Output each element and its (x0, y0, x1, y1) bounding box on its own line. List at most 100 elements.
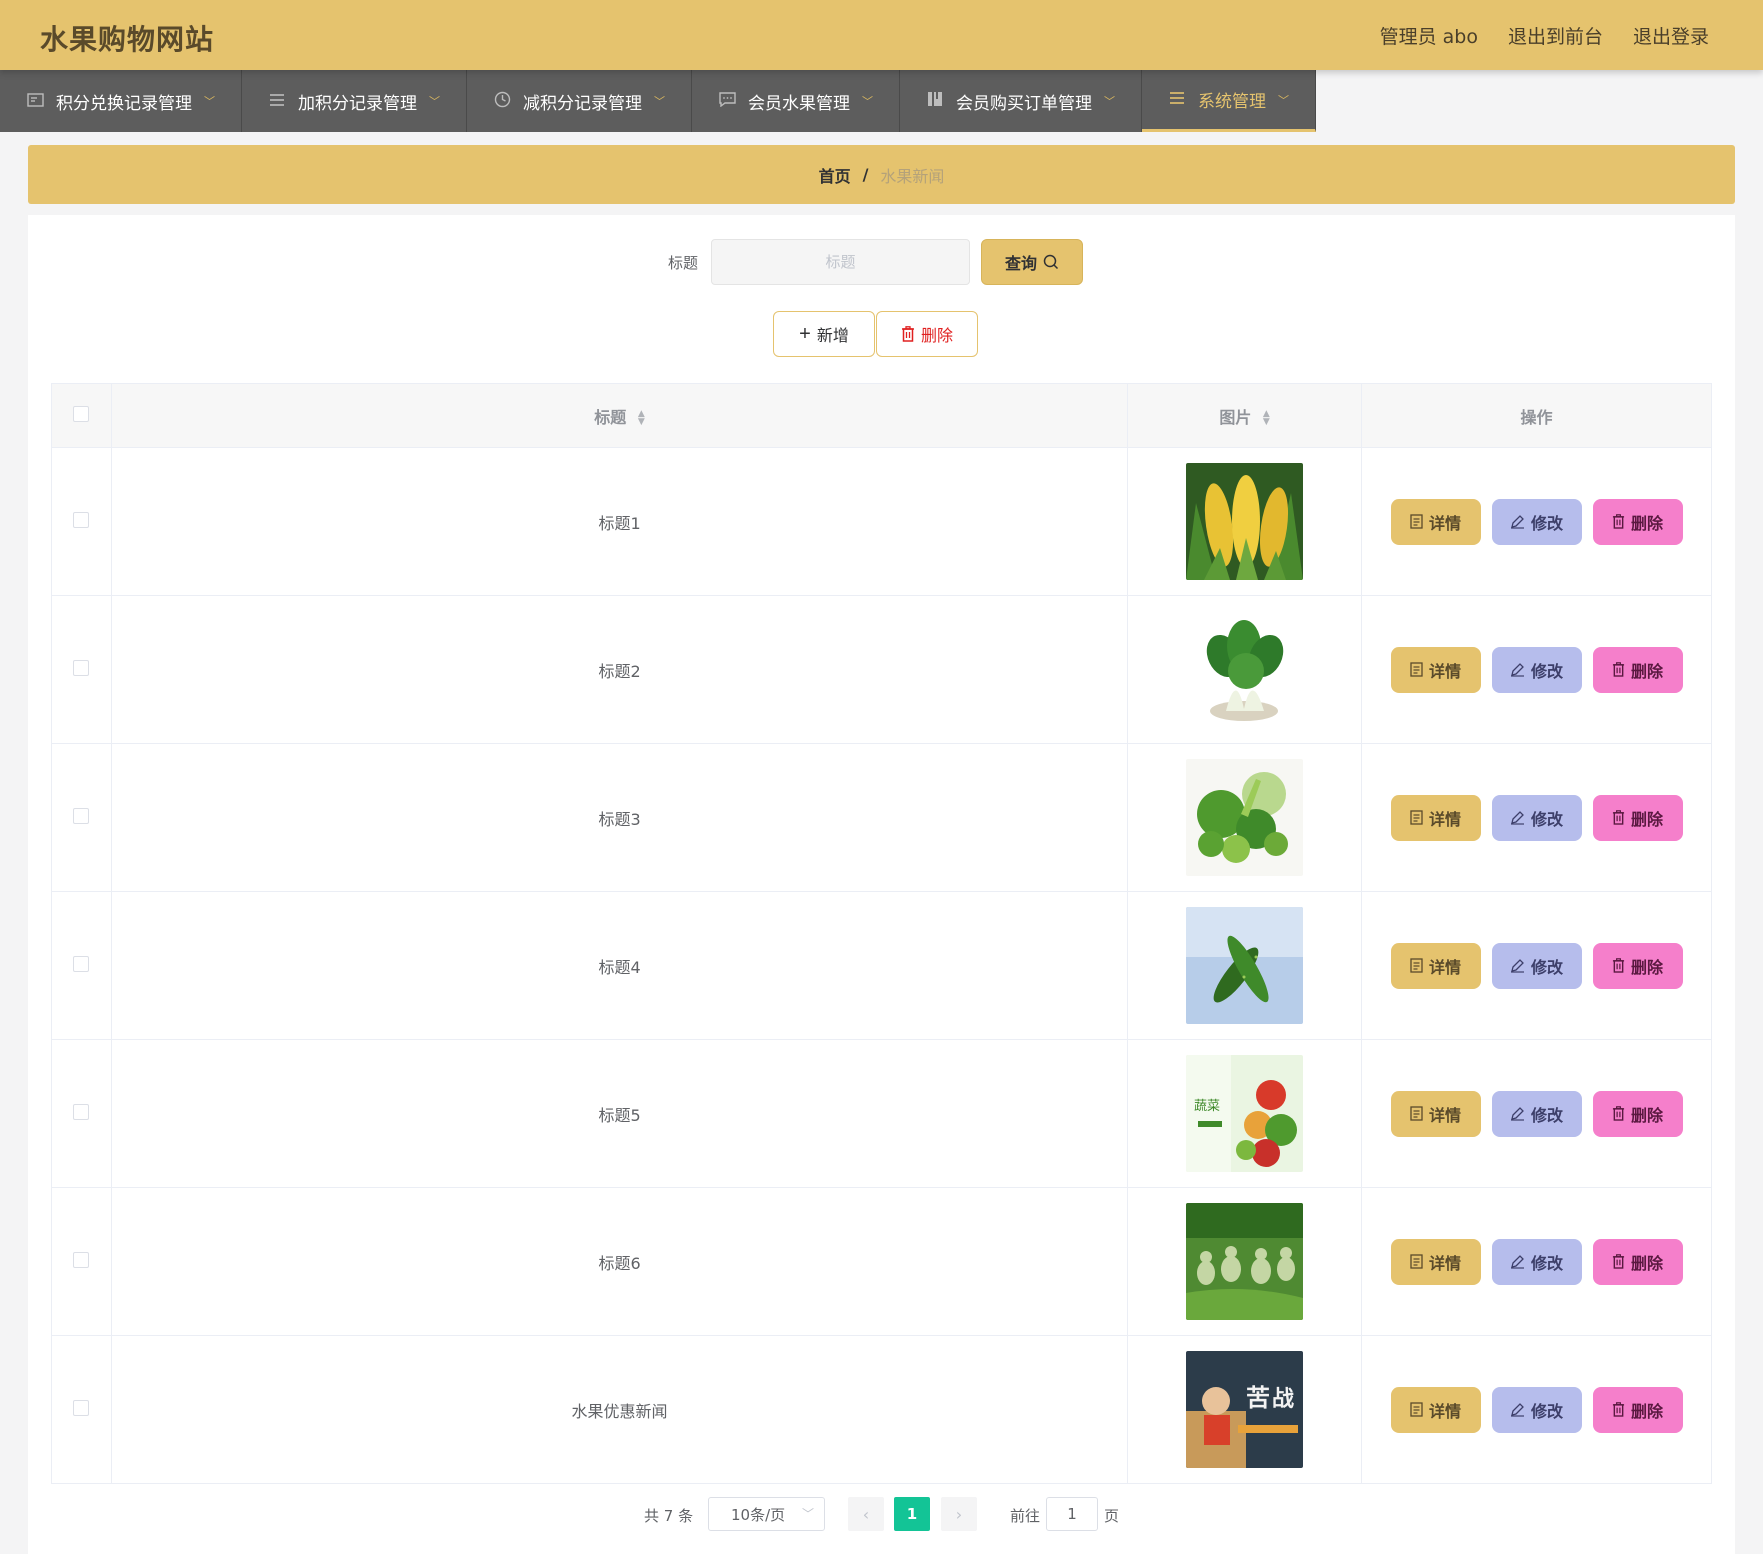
edit-button[interactable]: 修改 (1491, 1386, 1582, 1433)
title-column-header[interactable]: 标题 ▲ ▼ (110, 383, 1129, 448)
detail-button[interactable]: 详情 (1390, 942, 1481, 989)
nav-label: 系统管理 (1198, 92, 1266, 112)
edit-button[interactable]: 修改 (1491, 1090, 1582, 1137)
edit-button[interactable]: 修改 (1491, 794, 1582, 841)
prev-page-button[interactable]: ‹ (848, 1497, 884, 1531)
nav-label: 积分兑换记录管理 (56, 93, 192, 114)
edit-button[interactable]: 修改 (1491, 1238, 1582, 1285)
row-checkbox-cell (51, 1187, 112, 1336)
delete-button[interactable]: 删除 (1592, 646, 1683, 693)
detail-button[interactable]: 详情 (1390, 1238, 1481, 1285)
row-image-cell (1127, 595, 1363, 744)
detail-button[interactable]: 详情 (1390, 498, 1481, 545)
sort-icon[interactable]: ▲ ▼ (638, 410, 645, 427)
row-thumbnail[interactable]: 蔬菜 (1186, 1055, 1304, 1172)
row-operations: 详情 修改 删除 (1361, 1187, 1712, 1336)
select-all-cell (51, 383, 112, 448)
edit-button[interactable]: 修改 (1491, 942, 1582, 989)
trash-icon (1612, 1106, 1625, 1121)
row-thumbnail[interactable] (1186, 463, 1304, 580)
table-body: 标题1 详情 修改 删除 标题2 详情 修改 删除 标题3 详情 修改 删除 标… (51, 447, 1712, 1484)
delete-button[interactable]: 删除 (1592, 1090, 1683, 1137)
goto-page-input[interactable] (1046, 1497, 1098, 1531)
row-checkbox[interactable] (73, 807, 90, 824)
batch-delete-label: 删除 (920, 328, 953, 345)
detail-label: 详情 (1428, 1105, 1461, 1125)
add-button-label: 新增 (816, 328, 849, 345)
chevron-down-icon: ﹀ (1104, 95, 1115, 108)
trash-icon (1612, 1402, 1625, 1417)
detail-label: 详情 (1428, 661, 1461, 681)
document-icon (1410, 1402, 1423, 1417)
next-page-button[interactable]: › (941, 1497, 977, 1531)
row-checkbox[interactable] (73, 659, 90, 676)
delete-label: 删除 (1630, 1253, 1663, 1273)
document-icon (1410, 810, 1423, 825)
detail-button[interactable]: 详情 (1390, 646, 1481, 693)
nav-item-system[interactable]: 系统管理 ﹀ (1142, 70, 1316, 132)
detail-button[interactable]: 详情 (1390, 1386, 1481, 1433)
breadcrumb-home[interactable]: 首页 (819, 163, 851, 187)
query-button[interactable]: 查询 (981, 239, 1083, 285)
delete-button[interactable]: 删除 (1592, 942, 1683, 989)
edit-icon (1510, 515, 1524, 529)
trash-icon (1612, 810, 1625, 825)
breadcrumb-current: 水果新闻 (880, 166, 945, 186)
back-to-front-link[interactable]: 退出到前台 (1508, 22, 1603, 49)
select-all-checkbox[interactable] (73, 405, 90, 422)
nav-item-member-orders[interactable]: 会员购买订单管理 ﹀ (900, 70, 1142, 132)
row-thumbnail[interactable] (1186, 759, 1304, 876)
nav-item-points-reduce[interactable]: 减积分记录管理 ﹀ (467, 70, 692, 132)
search-title-input[interactable] (711, 239, 970, 285)
delete-button[interactable]: 删除 (1592, 498, 1683, 545)
add-button[interactable]: + 新增 (773, 311, 875, 357)
row-operations: 详情 修改 删除 (1361, 743, 1712, 892)
detail-button[interactable]: 详情 (1390, 1090, 1481, 1137)
row-operations: 详情 修改 删除 (1361, 1039, 1712, 1188)
operations-header-label: 操作 (1520, 407, 1553, 427)
row-thumbnail[interactable] (1186, 907, 1304, 1024)
edit-label: 修改 (1530, 513, 1563, 533)
row-thumbnail[interactable] (1186, 611, 1304, 728)
nav-item-points-exchange[interactable]: 积分兑换记录管理 ﹀ (0, 70, 242, 132)
nav-item-member-fruit[interactable]: 会员水果管理 ﹀ (692, 70, 900, 132)
delete-label: 删除 (1630, 1401, 1663, 1421)
admin-user-label[interactable]: 管理员 abo (1380, 22, 1478, 49)
page-number-button[interactable]: 1 (894, 1497, 930, 1531)
batch-delete-button[interactable]: 删除 (876, 311, 978, 357)
delete-label: 删除 (1630, 661, 1663, 681)
table-row: 标题6 详情 修改 删除 (51, 1187, 1712, 1336)
table-row: 标题1 详情 修改 删除 (51, 447, 1712, 596)
card-icon (26, 92, 44, 111)
delete-button[interactable]: 删除 (1592, 1238, 1683, 1285)
row-checkbox[interactable] (73, 511, 90, 528)
logout-link[interactable]: 退出登录 (1633, 22, 1709, 49)
search-icon (1043, 254, 1059, 270)
document-icon (1410, 1106, 1423, 1121)
row-thumbnail[interactable]: 苦战 (1186, 1351, 1304, 1468)
chevron-down-icon: ﹀ (801, 1507, 814, 1521)
row-checkbox[interactable] (73, 1251, 90, 1268)
page-size-select[interactable]: 10条/页 ﹀ (708, 1497, 825, 1531)
edit-button[interactable]: 修改 (1491, 498, 1582, 545)
edit-label: 修改 (1530, 661, 1563, 681)
row-checkbox[interactable] (73, 1103, 90, 1120)
svg-text:战: 战 (1272, 1387, 1294, 1412)
nav-item-points-add[interactable]: 加积分记录管理 ﹀ (242, 70, 467, 132)
message-icon (718, 91, 736, 111)
row-checkbox[interactable] (73, 955, 90, 972)
site-title: 水果购物网站 (40, 23, 215, 56)
delete-button[interactable]: 删除 (1592, 794, 1683, 841)
image-column-header[interactable]: 图片 ▲ ▼ (1127, 383, 1363, 448)
delete-button[interactable]: 删除 (1592, 1386, 1683, 1433)
row-checkbox[interactable] (73, 1399, 90, 1416)
edit-button[interactable]: 修改 (1491, 646, 1582, 693)
plus-icon: + (799, 323, 811, 345)
row-image-cell (1127, 743, 1363, 892)
main-nav: 积分兑换记录管理 ﹀ 加积分记录管理 ﹀ 减积分记录管理 ﹀ 会员水果管理 ﹀ … (0, 70, 1316, 132)
nav-label: 会员水果管理 (748, 93, 850, 114)
row-thumbnail[interactable] (1186, 1203, 1304, 1320)
content-panel: 标题 查询 + 新增 删除 标题 ▲▼ 图片 ▲▼ (28, 215, 1735, 1554)
sort-icon[interactable]: ▲ ▼ (1263, 410, 1270, 427)
detail-button[interactable]: 详情 (1390, 794, 1481, 841)
